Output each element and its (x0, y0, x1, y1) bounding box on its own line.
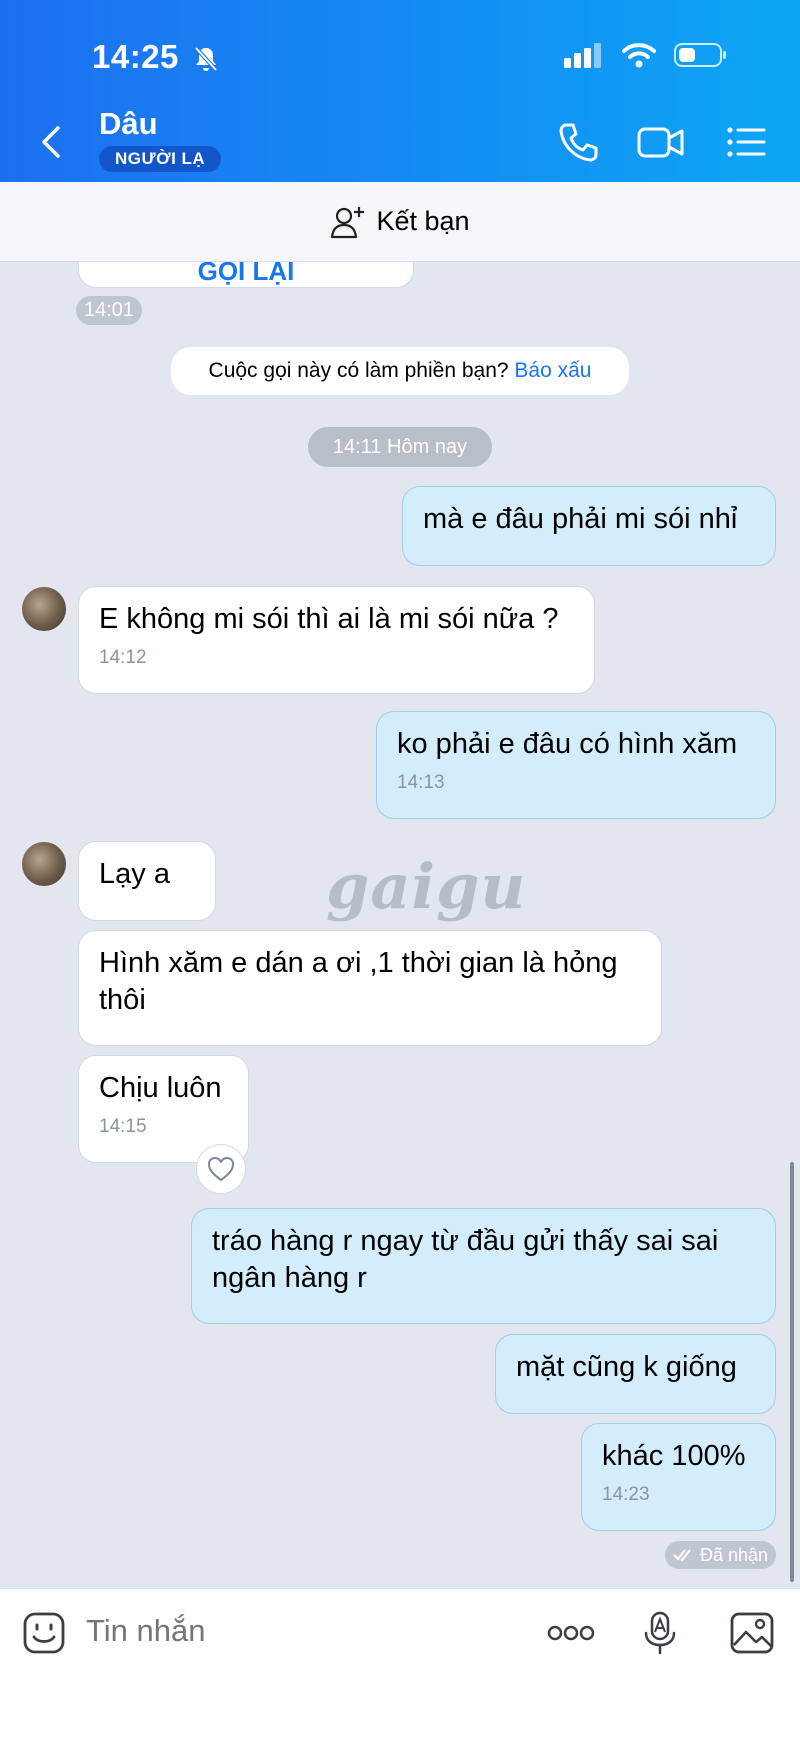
date-divider: 14:11 Hôm nay (308, 427, 492, 467)
heart-icon (208, 1157, 234, 1181)
message-text: Lạy a (99, 858, 170, 890)
message-bubble-sent[interactable]: tráo hàng r ngay từ đầu gửi thấy sai sai… (191, 1208, 776, 1324)
bell-muted-icon (194, 46, 218, 72)
message-text: tráo hàng r ngay từ đầu gửi thấy sai sai (212, 1225, 719, 1257)
message-text: thôi (99, 984, 146, 1016)
battery-icon (674, 43, 726, 67)
watermark-logo: gaigu (326, 850, 527, 923)
message-text: E không mi sói thì ai là mi sói nữa ? (99, 603, 559, 635)
received-status: Đã nhận (665, 1541, 776, 1569)
received-label: Đã nhận (700, 1545, 769, 1565)
cellular-signal-icon (564, 43, 601, 68)
message-text: ko phải e đâu có hình xăm (397, 728, 738, 760)
message-bubble-sent[interactable]: khác 100% 14:23 (581, 1423, 776, 1531)
call-back-button[interactable]: GỌI LẠI (79, 262, 413, 290)
message-bubble-received[interactable]: E không mi sói thì ai là mi sói nữa ? 14… (78, 586, 595, 694)
menu-list-icon[interactable] (724, 120, 768, 164)
more-options-icon[interactable] (546, 1611, 596, 1655)
report-notice: Cuộc gọi này có làm phiền bạn? Báo xấu (171, 347, 629, 395)
wifi-icon (622, 43, 656, 68)
call-time: 14:01 (76, 296, 143, 325)
video-call-icon[interactable] (636, 120, 686, 164)
back-chevron-icon[interactable] (36, 122, 66, 162)
message-text: mà e đâu phải mi sói nhỉ (423, 503, 738, 535)
composer-bar (0, 1588, 800, 1738)
message-text: Chịu luôn (99, 1072, 222, 1104)
message-bubble-sent[interactable]: mà e đâu phải mi sói nhỉ (402, 486, 776, 566)
add-friend-bar[interactable]: Kết bạn (0, 182, 800, 262)
clock-text: 14:25 (92, 38, 179, 75)
message-bubble-sent[interactable]: ko phải e đâu có hình xăm 14:13 (376, 711, 776, 819)
call-card: GỌI LẠI (78, 262, 414, 288)
message-input[interactable] (86, 1613, 446, 1649)
report-notice-text: Cuộc gọi này có làm phiền bạn? (208, 359, 509, 382)
message-time: 14:15 (99, 1116, 147, 1137)
message-bubble-sent[interactable]: mặt cũng k giống (495, 1334, 776, 1414)
chat-header: 14:25 Dâu NGƯỜI LẠ (0, 0, 800, 182)
status-icons (564, 42, 728, 68)
message-text: khác 100% (602, 1440, 746, 1472)
message-text: ngân hàng r (212, 1262, 367, 1294)
add-person-icon (331, 206, 365, 238)
contact-avatar[interactable] (22, 587, 66, 631)
react-button[interactable] (196, 1144, 246, 1194)
stranger-badge: NGƯỜI LẠ (99, 146, 222, 172)
sticker-emoji-icon[interactable] (22, 1611, 66, 1655)
contact-name[interactable]: Dâu (99, 106, 158, 142)
message-time: 14:13 (397, 772, 445, 793)
message-text: Hình xăm e dán a ơi ,1 thời gian là hỏng (99, 947, 618, 979)
message-list[interactable]: GỌI LẠI 14:01 Cuộc gọi này có làm phiền … (0, 262, 800, 1588)
message-time: 14:23 (602, 1484, 650, 1505)
message-bubble-received[interactable]: Hình xăm e dán a ơi ,1 thời gian là hỏng… (78, 930, 662, 1046)
scrollbar[interactable] (790, 1162, 794, 1582)
message-time: 14:12 (99, 647, 147, 668)
status-time: 14:25 (92, 38, 219, 76)
voice-to-text-icon[interactable] (638, 1611, 682, 1655)
message-text: mặt cũng k giống (516, 1351, 737, 1383)
add-friend-label: Kết bạn (376, 206, 470, 236)
double-check-icon (673, 1549, 691, 1562)
report-link[interactable]: Báo xấu (514, 359, 591, 382)
image-gallery-icon[interactable] (730, 1611, 774, 1655)
phone-icon[interactable] (556, 120, 600, 164)
message-bubble-received[interactable]: Lạy a (78, 841, 216, 921)
contact-avatar[interactable] (22, 842, 66, 886)
